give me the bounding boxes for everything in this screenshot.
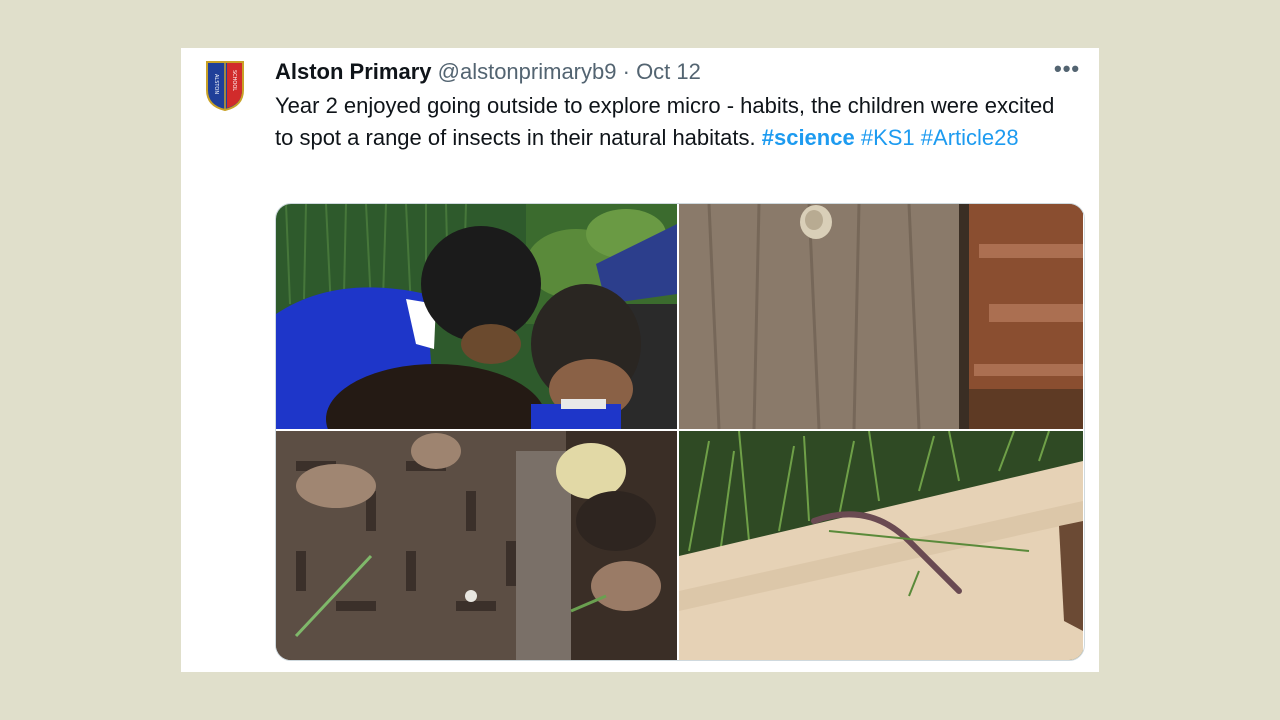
display-name[interactable]: Alston Primary — [275, 59, 432, 84]
avatar-letters-right: SCHOOL — [231, 70, 237, 91]
tree-trunk-photo-image — [679, 204, 1083, 429]
photo-tree-trunk[interactable] — [679, 204, 1083, 429]
avatar[interactable]: ALSTON SCHOOL — [205, 60, 245, 112]
hashtag-article28[interactable]: #Article28 — [921, 125, 1019, 150]
tweet-text: Year 2 enjoyed going outside to explore … — [275, 90, 1075, 154]
hashtag-science[interactable]: #science — [762, 125, 855, 150]
tweet-header: Alston Primary @alstonprimaryb9 · Oct 12 — [275, 58, 701, 86]
photo-children[interactable] — [276, 204, 677, 429]
photo-drain-cover[interactable] — [276, 431, 677, 660]
photo-worm-log[interactable] — [679, 431, 1083, 660]
media-grid[interactable] — [275, 203, 1085, 661]
handle[interactable]: @alstonprimaryb9 — [438, 59, 617, 84]
children-photo-image — [276, 204, 677, 429]
more-options-icon[interactable]: ••• — [1054, 56, 1080, 82]
tweet-card[interactable]: ALSTON SCHOOL Alston Primary @alstonprim… — [181, 48, 1099, 672]
drain-cover-photo-image — [276, 431, 677, 660]
separator: · — [622, 59, 630, 84]
tweet-date[interactable]: Oct 12 — [636, 59, 701, 84]
hashtag-ks1[interactable]: #KS1 — [861, 125, 915, 150]
avatar-letters-left: ALSTON — [213, 74, 219, 94]
worm-log-photo-image — [679, 431, 1083, 660]
school-crest-icon: ALSTON SCHOOL — [206, 61, 244, 112]
